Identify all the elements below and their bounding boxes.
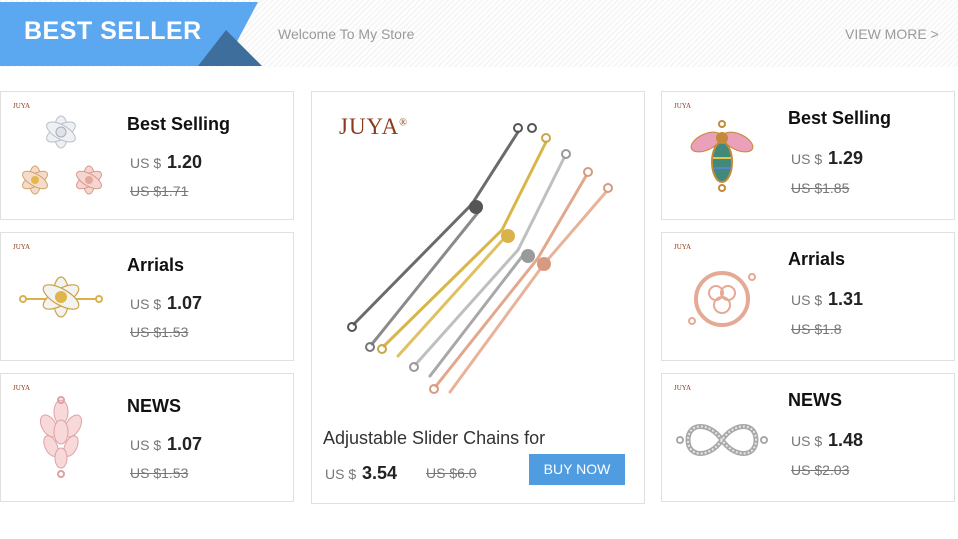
product-old-price: US $1.53 <box>130 465 189 481</box>
round-connector-icon[interactable]: JUYA <box>670 241 774 351</box>
featured-product-card[interactable]: JUYA® Adjustable Slider Chains for US $ … <box>311 91 645 504</box>
product-price: US $ 1.29 <box>791 148 864 168</box>
header-bar: BEST SELLER Welcome To My Store VIEW MOR… <box>0 0 958 67</box>
featured-product-price: US $ 3.54 <box>325 463 398 483</box>
product-name[interactable]: Best Selling <box>127 114 230 135</box>
product-card[interactable]: JUYA NEWS US $ 1.48 US $2.03 <box>661 373 955 502</box>
product-price: US $ 1.48 <box>791 430 864 450</box>
section-title: BEST SELLER <box>24 17 202 45</box>
product-old-price: US $1.8 <box>791 321 842 337</box>
brand-logo: JUYA <box>674 384 692 392</box>
product-old-price: US $1.71 <box>130 183 189 199</box>
product-name[interactable]: Arrials <box>788 249 845 270</box>
bee-charm-icon[interactable]: JUYA <box>670 100 774 210</box>
product-old-price: US $2.03 <box>791 462 850 478</box>
product-card[interactable]: JUYA Best Selling US $ 1.20 US $1.71 <box>0 91 294 220</box>
product-card[interactable]: JUYA NEWS US $ 1.07 US $1.53 <box>0 373 294 502</box>
product-name[interactable]: Arrials <box>127 255 184 276</box>
flower-connectors-icon[interactable]: JUYA <box>9 100 113 210</box>
infinity-connector-icon[interactable]: JUYA <box>670 382 774 492</box>
welcome-text: Welcome To My Store <box>278 26 415 42</box>
product-name[interactable]: NEWS <box>127 396 181 417</box>
product-price: US $ 1.20 <box>130 152 203 172</box>
slider-chains-icon[interactable] <box>332 114 632 404</box>
product-old-price: US $1.53 <box>130 324 189 340</box>
flower-connector-icon[interactable]: JUYA <box>9 241 113 351</box>
product-card[interactable]: JUYA Best Selling US $ 1.29 US $1.85 <box>661 91 955 220</box>
view-more-link[interactable]: VIEW MORE > <box>845 26 939 42</box>
brand-logo: JUYA <box>674 102 692 110</box>
brand-logo: JUYA <box>13 384 31 392</box>
product-price: US $ 1.07 <box>130 293 203 313</box>
featured-product-old-price: US $6.0 <box>426 465 477 481</box>
leaf-pendant-icon[interactable]: JUYA <box>9 382 113 492</box>
product-price: US $ 1.07 <box>130 434 203 454</box>
product-price: US $ 1.31 <box>791 289 864 309</box>
brand-logo: JUYA <box>13 102 31 110</box>
product-name[interactable]: Best Selling <box>788 108 891 129</box>
brand-logo: JUYA <box>13 243 31 251</box>
product-card[interactable]: JUYA Arrials US $ 1.31 US $1.8 <box>661 232 955 361</box>
product-card[interactable]: JUYA Arrials US $ 1.07 US $1.53 <box>0 232 294 361</box>
brand-logo: JUYA <box>674 243 692 251</box>
product-old-price: US $1.85 <box>791 180 850 196</box>
buy-now-button[interactable]: BUY NOW <box>529 454 625 485</box>
product-name[interactable]: NEWS <box>788 390 842 411</box>
featured-product-title[interactable]: Adjustable Slider Chains for <box>323 428 545 449</box>
